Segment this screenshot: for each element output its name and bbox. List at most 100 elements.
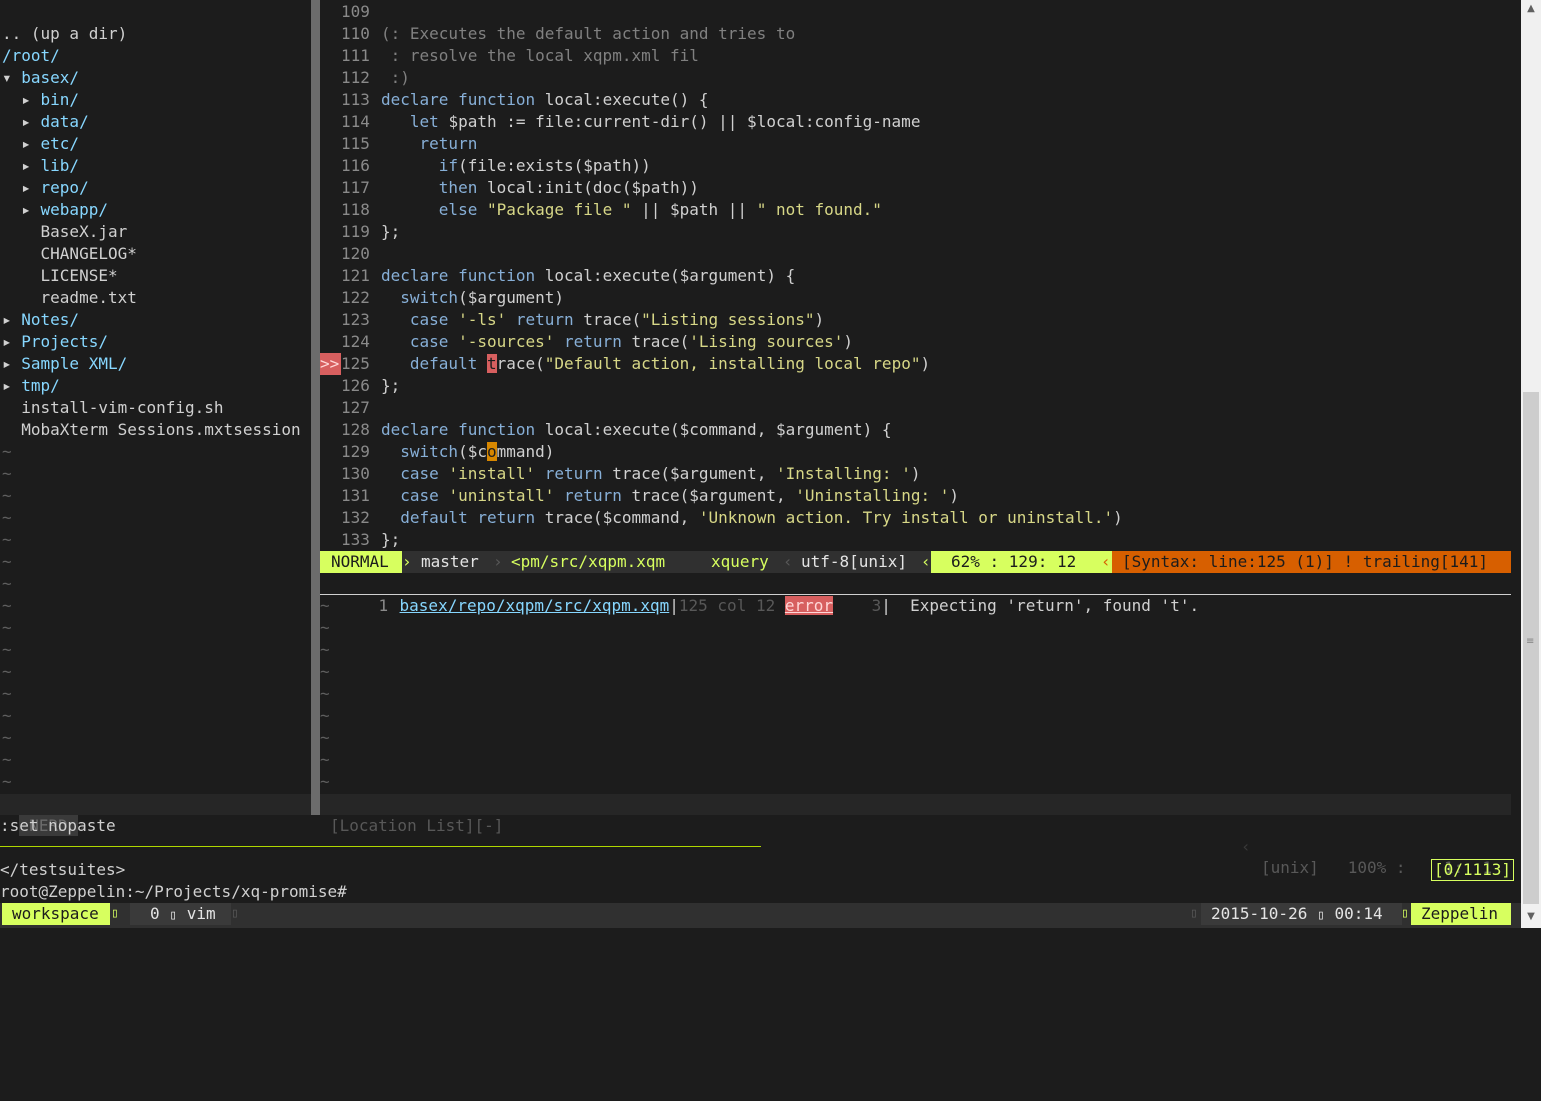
code-line[interactable]: 128 declare function local:execute($comma…	[320, 419, 1511, 441]
code-line[interactable]: 124 case '-sources' return trace('Lising…	[320, 331, 1511, 353]
code-line[interactable]: 127	[320, 397, 1511, 419]
nerdtree-item-label: etc/	[40, 134, 80, 153]
nerdtree-dir-item[interactable]: ▸ lib/	[2, 155, 79, 177]
code-line[interactable]: 117 then local:init(doc($path))	[320, 177, 1511, 199]
nerdtree-dir-item[interactable]: ▸ Projects/	[2, 331, 108, 353]
code-line[interactable]: 120	[320, 243, 1511, 265]
nerdtree-pane[interactable]: .. (up a dir) /root/ ▾ basex/ ▸ bin/ ▸ d…	[0, 0, 311, 794]
nerdtree-dir-item[interactable]: ▸ Sample XML/	[2, 353, 127, 375]
collapsed-arrow-icon: ▸	[21, 200, 41, 219]
code-line[interactable]: 133};	[320, 529, 1511, 551]
tmux-statusbar: workspace ▯ 0 ▯ vim ▯ ▯ 2015-10-26 ▯ 00:…	[0, 903, 1521, 928]
scroll-up-arrow-icon[interactable]: ▲	[1521, 0, 1541, 18]
code-token: 'Installing: '	[775, 464, 911, 483]
location-list-entry[interactable]: 1 basex/repo/xqpm/src/xqpm.xqm|125 col 12…	[320, 573, 1511, 615]
code-line[interactable]: 131 case 'uninstall' return trace($argum…	[320, 485, 1511, 507]
code-line[interactable]: 119};	[320, 221, 1511, 243]
expanded-arrow-icon: ▾	[2, 68, 22, 87]
line-number: 112	[341, 68, 370, 87]
nerdtree-dir-item[interactable]: ▸ bin/	[2, 89, 79, 111]
file-type: xquery	[711, 552, 769, 571]
line-number: 123	[341, 310, 370, 329]
code-line[interactable]: 126};	[320, 375, 1511, 397]
code-token: else	[381, 200, 487, 219]
nerdtree-file-item[interactable]: MobaXterm Sessions.mxtsession	[2, 419, 300, 441]
syntax-error-char: t	[486, 354, 497, 373]
nerdtree-file-item[interactable]: CHANGELOG*	[2, 243, 137, 265]
nerdtree-file-item[interactable]: install-vim-config.sh	[2, 397, 224, 419]
collapsed-arrow-icon: ▸	[21, 90, 41, 109]
code-line[interactable]: 116 if(file:exists($path))	[320, 155, 1511, 177]
code-line[interactable]: 112 :)	[320, 67, 1511, 89]
empty-line-marker: ~	[2, 772, 12, 791]
sign-column	[320, 419, 341, 441]
code-editor[interactable]: 109 110 (: Executes the default action an…	[320, 0, 1511, 551]
nerdtree-dir-item[interactable]: ▸ etc/	[2, 133, 79, 155]
code-line[interactable]: >> 125 default trace("Default action, ins…	[320, 353, 1511, 375]
code-line[interactable]: 122 switch($argument)	[320, 287, 1511, 309]
window-scrollbar[interactable]: ▲ ≡ ▼	[1521, 0, 1541, 928]
code-line[interactable]: 115 return	[320, 133, 1511, 155]
nerdtree-dir-item[interactable]: ▸ repo/	[2, 177, 88, 199]
separator-arrow-icon: ‹	[921, 552, 931, 571]
code-token: local:init(doc($path))	[486, 178, 699, 197]
vim-command-line[interactable]: :set nopaste	[0, 815, 1511, 837]
code-token: 'Unknown action. Try install or uninstal…	[698, 508, 1114, 527]
empty-line-marker: ~	[320, 750, 330, 769]
nerdtree-file-item[interactable]: readme.txt	[2, 287, 137, 309]
nerdtree-file-item[interactable]: LICENSE*	[2, 265, 118, 287]
sign-column	[320, 375, 341, 397]
code-token: default	[381, 354, 487, 373]
code-line[interactable]: 132 default return trace($command, 'Unkn…	[320, 507, 1511, 529]
tmux-window[interactable]: 0 ▯ vim	[130, 903, 231, 925]
code-token: ($c	[458, 442, 487, 461]
collapsed-arrow-icon: ▸	[21, 178, 41, 197]
line-number: 111	[341, 46, 370, 65]
code-line[interactable]: 110 (: Executes the default action and tr…	[320, 23, 1511, 45]
line-number: 122	[341, 288, 370, 307]
code-line[interactable]: 113 declare function local:execute() {	[320, 89, 1511, 111]
nerdtree-item-label: bin/	[40, 90, 80, 109]
code-line[interactable]: 111 : resolve the local xqpm.xml fil	[320, 45, 1511, 67]
code-line[interactable]: 129 switch($command)	[320, 441, 1511, 463]
line-number: 113	[341, 90, 370, 109]
code-token: switch	[381, 442, 459, 461]
code-line[interactable]: 118 else "Package file " || $path || " n…	[320, 199, 1511, 221]
scrollbar-thumb[interactable]: ≡	[1523, 392, 1539, 904]
line-number: 125	[341, 354, 370, 373]
collapsed-arrow-icon: ▸	[21, 112, 41, 131]
code-line[interactable]: 130 case 'install' return trace($argumen…	[320, 463, 1511, 485]
nerdtree-up-dir[interactable]: .. (up a dir)	[2, 23, 127, 45]
code-line[interactable]: 109	[320, 1, 1511, 23]
vertical-split-bar[interactable]	[311, 0, 320, 815]
empty-line-marker: ~	[2, 728, 12, 747]
separator-glyph-icon: ▯	[1401, 906, 1409, 921]
code-token: || $path ||	[631, 200, 757, 219]
code-token: 'Uninstalling: '	[795, 486, 950, 505]
nerdtree-item-label: LICENSE*	[40, 266, 118, 285]
nerdtree-file-item[interactable]: BaseX.jar	[2, 221, 128, 243]
nerdtree-dir-item[interactable]: ▸ webapp/	[2, 199, 108, 221]
code-line[interactable]: 123 case '-ls' return trace("Listing ses…	[320, 309, 1511, 331]
nerdtree-dir-item[interactable]: ▾ basex/	[2, 67, 79, 89]
code-token: return	[506, 310, 584, 329]
nerdtree-dir-item[interactable]: ▸ data/	[2, 111, 88, 133]
empty-line-marker: ~	[2, 706, 12, 725]
nerdtree-item-label: readme.txt	[40, 288, 137, 307]
nerdtree-item-label: install-vim-config.sh	[21, 398, 224, 417]
nerdtree-root[interactable]: /root/	[2, 45, 60, 67]
scroll-down-arrow-icon[interactable]: ▼	[1521, 908, 1541, 926]
empty-line-marker: ~	[2, 442, 12, 461]
code-line[interactable]: 114 let $path := file:current-dir() || $…	[320, 111, 1511, 133]
code-token: (: Executes the default action and tries…	[381, 24, 796, 43]
nerdtree-dir-item[interactable]: ▸ tmp/	[2, 375, 60, 397]
location-list-pane[interactable]: 1 basex/repo/xqpm/src/xqpm.xqm|125 col 12…	[320, 573, 1511, 794]
code-line[interactable]: 121 declare function local:execute($argum…	[320, 265, 1511, 287]
git-branch: master	[421, 552, 479, 571]
tmux-session-name[interactable]: workspace	[2, 903, 110, 925]
line-number: 124	[341, 332, 370, 351]
shell-prompt[interactable]: root@Zeppelin:~/Projects/xq-promise#	[0, 881, 347, 903]
nerdtree-dir-item[interactable]: ▸ Notes/	[2, 309, 79, 331]
